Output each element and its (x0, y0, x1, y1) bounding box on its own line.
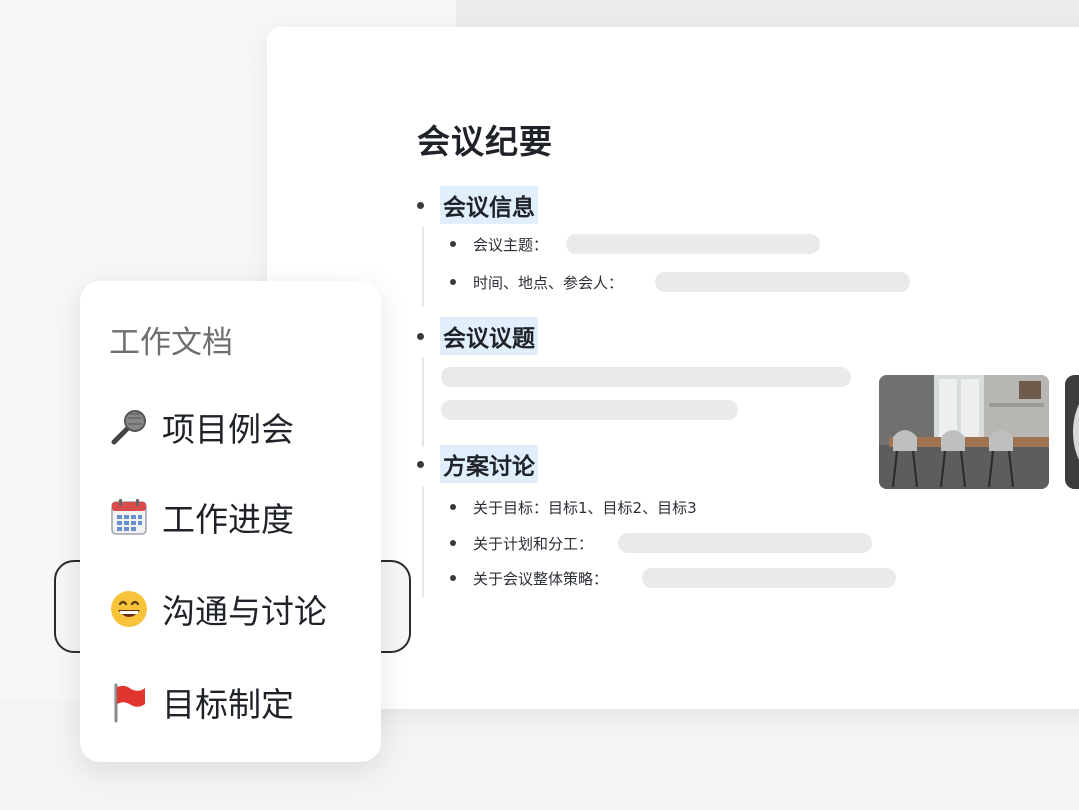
bullet (450, 575, 456, 581)
item-label: 时间、地点、参会人： (473, 273, 624, 292)
document-title: 会议纪要 (417, 122, 553, 161)
meeting-room-illustration (879, 375, 1049, 489)
placeholder-bar (441, 400, 738, 420)
menu-item-communication[interactable]: 沟通与讨论 (108, 583, 327, 635)
red-flag-icon (108, 681, 150, 723)
outline-guide-3 (422, 487, 424, 597)
calendar-icon (108, 496, 150, 538)
menu-item-work-progress[interactable]: 工作进度 (108, 491, 294, 543)
grinning-face-icon (108, 588, 150, 630)
placeholder-bar (655, 272, 910, 292)
bullet (450, 540, 456, 546)
partial-image-illustration (1065, 375, 1079, 489)
work-documents-menu: 工作文档 项目例会 工作进度 沟通与讨论 目标制定 (80, 281, 381, 762)
microphone-icon (108, 406, 150, 448)
bullet (450, 279, 456, 285)
menu-heading: 工作文档 (109, 325, 233, 361)
partial-image[interactable] (1065, 375, 1079, 489)
outline-guide-1 (422, 227, 424, 307)
heading-text: 会议信息 (440, 186, 538, 224)
list-item-time-place-attendees[interactable]: 时间、地点、参会人： (450, 270, 623, 294)
placeholder-bar (566, 234, 820, 254)
bullet (417, 201, 424, 209)
section-heading-meeting-info[interactable]: 会议信息 (417, 186, 538, 224)
placeholder-bar (642, 568, 896, 588)
bullet (417, 460, 424, 468)
menu-item-label: 目标制定 (162, 685, 294, 724)
section-heading-meeting-topics[interactable]: 会议议题 (417, 317, 538, 355)
item-label: 关于计划和分工： (473, 534, 594, 553)
placeholder-bar (441, 367, 851, 387)
menu-item-label: 项目例会 (162, 410, 294, 449)
meeting-room-image[interactable] (879, 375, 1049, 489)
heading-text: 会议议题 (440, 317, 538, 355)
outline-guide-2 (422, 357, 424, 447)
section-heading-plan-discussion[interactable]: 方案讨论 (417, 445, 538, 483)
placeholder-bar (618, 533, 872, 553)
bullet (450, 504, 456, 510)
menu-item-label: 沟通与讨论 (162, 592, 327, 631)
menu-item-label: 工作进度 (162, 500, 294, 539)
list-item-about-strategy[interactable]: 关于会议整体策略： (450, 566, 608, 590)
item-label: 关于目标：目标1、目标2、目标3 (473, 498, 697, 517)
list-item-about-goals[interactable]: 关于目标：目标1、目标2、目标3 (450, 495, 697, 519)
list-item-about-plan[interactable]: 关于计划和分工： (450, 531, 593, 555)
bullet (450, 241, 456, 247)
menu-item-project-meeting[interactable]: 项目例会 (108, 401, 294, 453)
list-item-meeting-topic[interactable]: 会议主题： (450, 232, 548, 256)
item-label: 关于会议整体策略： (473, 569, 609, 588)
heading-text: 方案讨论 (440, 445, 538, 483)
bullet (417, 332, 424, 340)
item-label: 会议主题： (473, 235, 549, 254)
menu-item-goal-setting[interactable]: 目标制定 (108, 676, 294, 728)
